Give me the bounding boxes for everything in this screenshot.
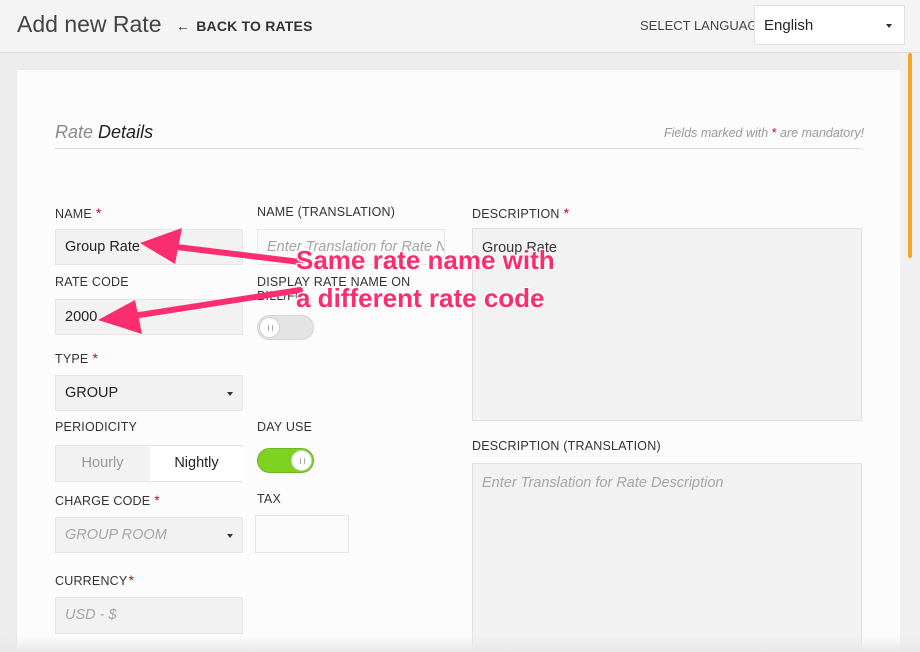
chevron-down-icon [227, 392, 233, 396]
type-label-text: TYPE [55, 352, 89, 366]
required-star: * [563, 205, 570, 221]
charge-code-label: CHARGE CODE * [55, 492, 160, 508]
page-title: Add new Rate [17, 11, 162, 37]
toggle-knob [291, 450, 312, 471]
toggle-knob [259, 317, 280, 338]
day-use-label: DAY USE [257, 420, 313, 434]
periodicity-option-nightly[interactable]: Nightly [150, 446, 243, 481]
required-star: * [92, 350, 99, 366]
annotation-text-line2: a different rate code [296, 283, 545, 313]
currency-label-text: CURRENCY [55, 574, 128, 588]
back-to-rates-link[interactable]: ← BACK TO RATES [176, 18, 313, 34]
charge-code-select-value: GROUP ROOM [65, 527, 167, 543]
mandatory-note-suffix: are mandatory! [780, 126, 865, 140]
charge-code-select[interactable]: GROUP ROOM [55, 517, 243, 553]
currency-label: CURRENCY* [55, 572, 134, 588]
scrollbar-thumb[interactable] [908, 53, 912, 258]
bottom-fade [0, 636, 920, 652]
name-input[interactable]: Group Rate [55, 229, 243, 265]
type-select-value: GROUP [65, 385, 119, 401]
chevron-down-icon [886, 24, 892, 28]
description-translation-textarea[interactable]: Enter Translation for Rate Description [472, 463, 862, 652]
description-translation-label: DESCRIPTION (TRANSLATION) [472, 439, 661, 453]
rate-code-label: RATE CODE [55, 275, 129, 289]
chevron-down-icon [227, 534, 233, 538]
required-star: * [128, 572, 135, 588]
back-to-rates-label: BACK TO RATES [196, 18, 313, 34]
type-select[interactable]: GROUP [55, 375, 243, 411]
description-label-text: DESCRIPTION [472, 207, 560, 221]
mandatory-note-prefix: Fields marked with [664, 126, 769, 140]
required-star: * [771, 126, 777, 140]
name-label: NAME * [55, 205, 102, 221]
periodicity-option-hourly[interactable]: Hourly [56, 446, 149, 481]
description-label: DESCRIPTION * [472, 205, 569, 221]
section-divider [55, 148, 862, 149]
section-title-bold: Details [98, 122, 154, 142]
currency-input[interactable]: USD - $ [55, 597, 243, 634]
day-use-toggle[interactable] [257, 448, 314, 473]
scrollbar[interactable] [900, 53, 920, 652]
section-title-light: Rate [55, 122, 94, 142]
section-title: Rate Details [55, 122, 153, 143]
display-rate-name-toggle[interactable] [257, 315, 314, 340]
charge-code-label-text: CHARGE CODE [55, 494, 151, 508]
select-language-label: SELECT LANGUAGE [640, 18, 767, 33]
language-select-value: English [764, 17, 814, 34]
tax-input[interactable] [255, 515, 349, 553]
tax-label: TAX [257, 492, 281, 506]
name-translation-label: NAME (TRANSLATION) [257, 205, 396, 219]
periodicity-label: PERIODICITY [55, 420, 138, 434]
required-star: * [154, 492, 160, 508]
arrow-left-icon: ← [176, 18, 191, 34]
rate-code-input[interactable]: 2000 [55, 299, 243, 335]
language-select[interactable]: English [754, 5, 905, 45]
annotation-text-line1: Same rate name with [296, 245, 555, 275]
mandatory-note: Fields marked with * are mandatory! [664, 126, 864, 140]
name-label-text: NAME [55, 207, 92, 221]
type-label: TYPE * [55, 350, 98, 366]
top-bar: Add new Rate ← BACK TO RATES SELECT LANGU… [0, 0, 920, 53]
required-star: * [95, 205, 102, 221]
periodicity-segmented-control: Hourly Nightly [55, 445, 243, 482]
